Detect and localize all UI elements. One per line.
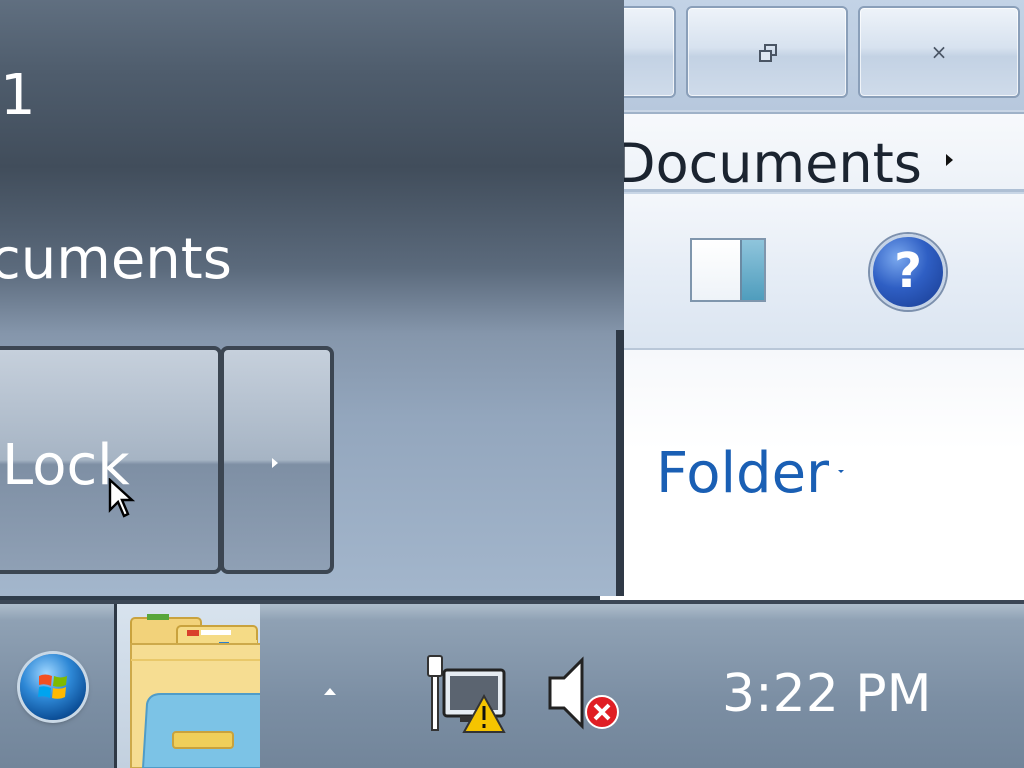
taskbar-clock[interactable]: 3:22 PM — [722, 664, 932, 724]
restore-icon — [759, 44, 777, 62]
preview-pane-button[interactable] — [690, 238, 766, 302]
start-menu-user-item[interactable]: 1 — [0, 64, 36, 128]
taskbar-explorer-button[interactable] — [114, 604, 260, 768]
close-icon: × — [930, 40, 948, 64]
content-area: Folder — [600, 350, 1024, 600]
close-button[interactable]: × — [858, 6, 1020, 98]
preview-pane-icon — [740, 240, 764, 300]
windows-logo-icon — [38, 674, 67, 699]
folder-icon — [130, 614, 260, 768]
start-menu-right-pane: 1 cuments Lock — [0, 0, 624, 596]
mouse-cursor-icon — [108, 478, 136, 518]
volume-muted-icon[interactable] — [544, 654, 628, 734]
shutdown-options-button[interactable] — [220, 346, 334, 574]
restore-button[interactable] — [686, 6, 848, 98]
explorer-window: × Documents ? Folder — [600, 0, 1024, 600]
help-icon: ? — [894, 243, 922, 300]
start-button[interactable] — [20, 654, 86, 720]
title-bar: × — [600, 0, 1024, 110]
new-folder-dropdown-icon[interactable] — [838, 470, 844, 473]
command-bar: ? — [600, 194, 1024, 350]
show-hidden-icons-button[interactable] — [324, 688, 336, 695]
network-warning-icon[interactable] — [424, 650, 510, 736]
new-folder-button[interactable]: Folder — [656, 442, 829, 506]
address-bar[interactable]: Documents — [600, 112, 1024, 194]
start-menu-edge — [616, 330, 624, 596]
chevron-right-icon — [272, 458, 278, 468]
help-button[interactable]: ? — [870, 234, 946, 310]
lock-button[interactable]: Lock — [0, 346, 222, 574]
breadcrumb-chevron-icon[interactable] — [946, 154, 953, 166]
taskbar: 3:22 PM — [0, 600, 1024, 768]
breadcrumb-documents[interactable]: Documents — [614, 134, 922, 194]
start-menu-documents-item[interactable]: cuments — [0, 228, 232, 292]
